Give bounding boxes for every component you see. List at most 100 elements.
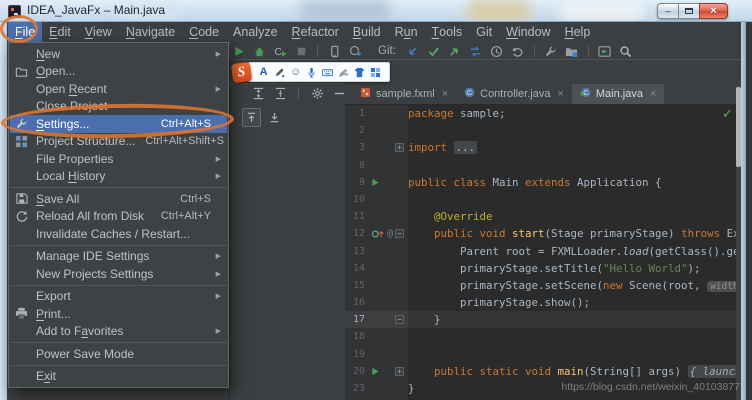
scroll-to-top-icon[interactable] — [242, 108, 261, 127]
fold-plus-icon[interactable]: + — [395, 367, 404, 376]
override-gutter-icon[interactable]: @ — [371, 225, 395, 242]
gutter-slot — [371, 122, 395, 139]
toolbar-separator — [534, 45, 535, 57]
menubar-item-analyze[interactable]: Analyze — [226, 22, 284, 42]
device-icon[interactable] — [326, 43, 342, 59]
run-gutter-icon[interactable] — [371, 174, 395, 191]
menu-item-label: File Properties — [36, 152, 211, 166]
ime-handwrite-icon[interactable] — [338, 66, 350, 78]
tab-close-icon[interactable]: × — [650, 88, 656, 100]
menu-item-project-structure[interactable]: Project Structure...Ctrl+Alt+Shift+S — [10, 133, 227, 151]
tab-sample-fxml[interactable]: sample.fxml× — [352, 84, 456, 104]
tab-controller-java[interactable]: CController.java× — [456, 84, 572, 104]
menu-item-label: Export — [36, 289, 211, 303]
stop-icon[interactable] — [293, 43, 309, 59]
menubar-item-refactor[interactable]: Refactor — [285, 22, 346, 42]
ime-mic-icon[interactable] — [306, 66, 318, 78]
menubar-item-navigate[interactable]: Navigate — [119, 22, 182, 42]
menu-item-new[interactable]: New▶ — [10, 45, 227, 63]
line-number: 13 — [345, 243, 371, 260]
sogou-logo-icon[interactable]: S — [230, 61, 251, 82]
gutter-slot — [371, 311, 395, 328]
download-icon[interactable] — [347, 43, 363, 59]
tab-main-java[interactable]: CMain.java× — [572, 84, 665, 104]
desktop-blur — [560, 2, 644, 20]
maximize-button[interactable] — [678, 3, 699, 19]
menu-item-save-all[interactable]: Save AllCtrl+S — [10, 190, 227, 208]
menu-item-reload-all-from-disk[interactable]: Reload All from DiskCtrl+Alt+Y — [10, 208, 227, 226]
menu-item-print[interactable]: Print... — [10, 305, 227, 323]
menubar-item-git[interactable]: Git — [469, 22, 499, 42]
history-icon[interactable] — [489, 43, 505, 59]
editor-scrollbar-thumb[interactable] — [736, 87, 741, 167]
tab-close-icon[interactable]: × — [557, 88, 563, 100]
ime-grid-icon[interactable] — [370, 66, 382, 78]
minimize-button[interactable]: – — [657, 3, 678, 19]
fold-slot — [395, 294, 408, 311]
menu-item-open[interactable]: Open... — [10, 63, 227, 81]
search-icon[interactable] — [618, 43, 634, 59]
git-push-icon[interactable] — [447, 43, 463, 59]
editor-code[interactable]: 1package sample;23+import ...89public cl… — [345, 105, 736, 400]
ime-font-icon[interactable]: A — [258, 66, 270, 78]
menu-item-file-properties[interactable]: File Properties▶ — [10, 150, 227, 168]
gear-icon[interactable] — [310, 86, 324, 100]
menubar-item-run[interactable]: Run — [388, 22, 425, 42]
reload-icon — [15, 210, 31, 223]
fold-minus-icon[interactable]: − — [395, 229, 404, 238]
menu-item-manage-ide-settings[interactable]: Manage IDE Settings▶ — [10, 248, 227, 266]
menubar-item-edit[interactable]: Edit — [42, 22, 78, 42]
menubar-item-file[interactable]: File — [8, 22, 42, 42]
menu-item-add-to-favorites[interactable]: Add to Favorites▶ — [10, 323, 227, 341]
fold-plus-icon[interactable]: + — [395, 143, 404, 152]
git-compare-icon[interactable] — [468, 43, 484, 59]
menu-item-icon-slot — [15, 370, 31, 383]
run-icon[interactable] — [230, 43, 246, 59]
git-update-icon[interactable] — [405, 43, 421, 59]
code-line-2: 2 — [345, 122, 736, 139]
fold-marker[interactable]: − — [395, 311, 408, 328]
submenu-arrow-icon: ▶ — [211, 327, 221, 335]
scroll-to-bottom-icon[interactable] — [265, 108, 284, 127]
menubar-item-help[interactable]: Help — [558, 22, 598, 42]
tab-close-icon[interactable]: × — [442, 88, 448, 100]
fold-marker[interactable]: + — [395, 139, 408, 156]
fold-end-icon[interactable]: − — [395, 315, 404, 324]
settings-wrench-icon[interactable] — [543, 43, 559, 59]
rollback-icon[interactable] — [510, 43, 526, 59]
code-text — [408, 346, 736, 363]
menu-item-invalidate-caches-restart[interactable]: Invalidate Caches / Restart... — [10, 225, 227, 243]
menubar-item-code[interactable]: Code — [182, 22, 226, 42]
ime-skin-icon[interactable] — [354, 66, 366, 78]
git-commit-icon[interactable] — [426, 43, 442, 59]
ime-keyboard-icon[interactable] — [322, 66, 334, 78]
menu-item-icon-slot — [15, 152, 31, 165]
run-gutter-icon[interactable] — [371, 363, 395, 380]
ime-smiley-icon[interactable]: ☺ — [290, 66, 302, 78]
menu-separator — [10, 187, 227, 188]
menubar-item-build[interactable]: Build — [346, 22, 388, 42]
menu-item-power-save-mode[interactable]: Power Save Mode — [10, 345, 227, 363]
fold-marker[interactable]: + — [395, 363, 408, 380]
expand-all-icon[interactable] — [251, 86, 265, 100]
menu-item-open-recent[interactable]: Open Recent▶ — [10, 80, 227, 98]
menu-item-exit[interactable]: Exit — [10, 368, 227, 386]
menu-item-export[interactable]: Export▶ — [10, 288, 227, 306]
menubar-item-window[interactable]: Window — [499, 22, 557, 42]
fold-marker[interactable]: − — [395, 225, 408, 242]
remote-config-icon[interactable] — [564, 43, 580, 59]
submenu-arrow-icon: ▶ — [211, 252, 221, 260]
terminal-icon[interactable] — [597, 43, 613, 59]
menubar-item-tools[interactable]: Tools — [425, 22, 470, 42]
menu-item-close-project[interactable]: Close Project — [10, 98, 227, 116]
ime-pen-icon[interactable] — [274, 66, 286, 78]
menu-item-settings[interactable]: Settings...Ctrl+Alt+S — [10, 115, 227, 133]
menubar-item-view[interactable]: View — [78, 22, 119, 42]
close-button[interactable]: × — [699, 3, 728, 19]
menu-item-local-history[interactable]: Local History▶ — [10, 168, 227, 186]
menu-item-new-projects-settings[interactable]: New Projects Settings▶ — [10, 265, 227, 283]
debug-icon[interactable] — [251, 43, 267, 59]
minimize-icon[interactable] — [332, 86, 346, 100]
collapse-all-icon[interactable] — [273, 86, 287, 100]
coverage-icon[interactable]: C — [272, 43, 288, 59]
